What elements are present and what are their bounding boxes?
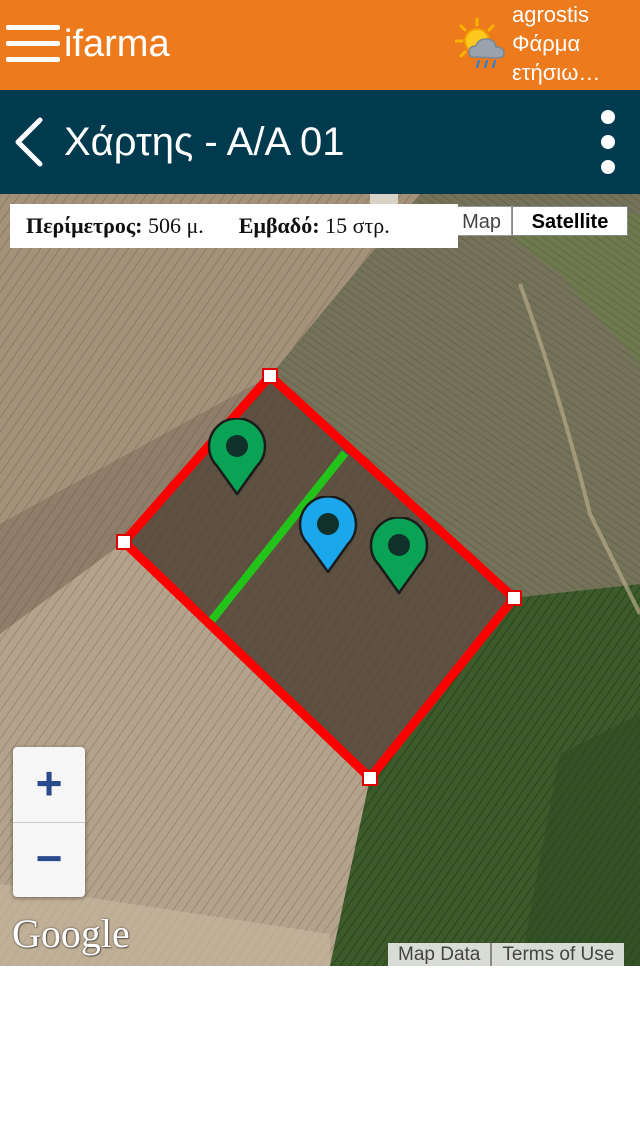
map-type-toggle: Map Satellite — [448, 206, 628, 236]
farm-user: agrostis — [512, 2, 590, 27]
area-value: 15 στρ. — [325, 213, 390, 238]
perimeter-label: Περίμετρος: — [26, 213, 143, 238]
zoom-control: + − — [13, 747, 85, 897]
map-marker-green[interactable] — [205, 418, 269, 496]
partly-cloudy-rain-icon[interactable] — [455, 17, 509, 71]
vertex-handle — [262, 368, 278, 384]
farm-selector[interactable]: agrostis Φάρμα ετήσιω… — [512, 0, 636, 87]
page-titlebar: Χάρτης - Α/Α 01 — [0, 90, 640, 194]
map-attribution: Map Data Terms of Use — [388, 943, 625, 966]
hamburger-icon[interactable] — [6, 24, 60, 64]
terms-of-use-link[interactable]: Terms of Use — [492, 943, 625, 966]
vertex-handle — [116, 534, 132, 550]
field-stats: Περίμετρος: 506 μ. Εμβαδό: 15 στρ. — [10, 204, 458, 248]
map-type-satellite-button[interactable]: Satellite — [512, 206, 628, 236]
field-overlay — [116, 368, 522, 786]
vertex-handle — [362, 770, 378, 786]
farm-season: ετήσιω… — [512, 60, 601, 85]
app-brand: ifarma — [64, 23, 170, 65]
perimeter-value: 506 μ. — [148, 213, 204, 238]
map-marker-green[interactable] — [367, 517, 431, 595]
zoom-out-button[interactable]: − — [13, 822, 85, 897]
area-label: Εμβαδό: — [238, 213, 320, 238]
map-data-link[interactable]: Map Data — [388, 943, 491, 966]
page-title: Χάρτης - Α/Α 01 — [64, 120, 345, 164]
field-boundary — [119, 371, 519, 783]
app-header: ifarma agrostis Φάρμα ετήσιω… — [0, 0, 640, 90]
farm-name: Φάρμα — [512, 31, 581, 56]
map-view[interactable]: Map Satellite Περίμετρος: 506 μ. Εμβαδό:… — [0, 194, 640, 966]
map-marker-blue[interactable] — [296, 496, 360, 574]
google-logo: Google — [12, 911, 130, 956]
kebab-menu-icon[interactable] — [592, 108, 624, 176]
vertex-handle — [506, 590, 522, 606]
chevron-left-icon[interactable] — [10, 116, 50, 168]
zoom-in-button[interactable]: + — [13, 747, 85, 823]
